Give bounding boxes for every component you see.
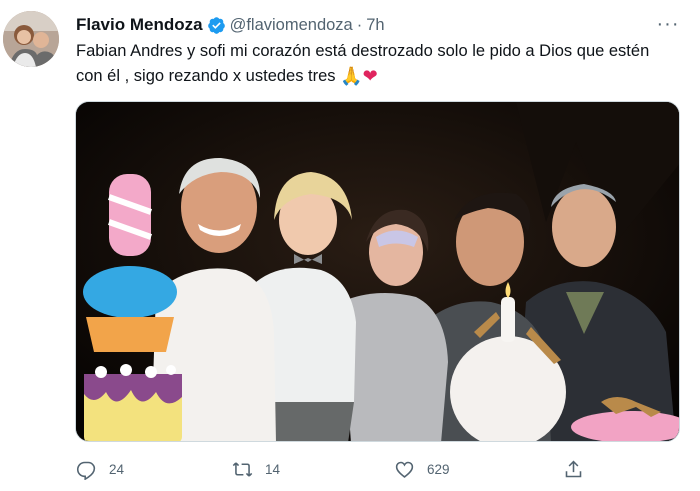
- heart-icon: [395, 461, 414, 478]
- red-heart-emoji: ❤: [362, 66, 378, 86]
- author-name[interactable]: Flavio Mendoza: [76, 15, 203, 35]
- more-options-icon[interactable]: ···: [654, 10, 682, 38]
- separator-dot: ·: [356, 15, 363, 34]
- like-count: 629: [427, 461, 450, 477]
- tweet-actions: 24 14 629: [76, 455, 596, 483]
- praying-hands-emoji: 🙏: [340, 66, 363, 86]
- avatar-image: [3, 11, 59, 67]
- share-icon: [565, 460, 582, 477]
- share-button[interactable]: [563, 455, 596, 483]
- author-handle[interactable]: @flaviomendoza: [230, 16, 353, 35]
- tweet-photo[interactable]: [75, 101, 680, 442]
- reply-button[interactable]: 24: [76, 455, 124, 483]
- photo-illustration: [76, 102, 679, 441]
- retweet-icon: [232, 461, 253, 477]
- reply-icon: [76, 461, 96, 480]
- like-button[interactable]: 629: [394, 455, 450, 483]
- retweet-button[interactable]: 14: [232, 455, 280, 483]
- avatar[interactable]: [3, 11, 59, 67]
- tweet-header: Flavio Mendoza @flaviomendoza · 7h: [76, 14, 680, 36]
- tweet-text: Fabian Andres y sofi mi corazón está des…: [76, 39, 676, 89]
- tweet-timestamp[interactable]: 7h: [366, 16, 384, 35]
- verified-badge-icon: [207, 16, 225, 34]
- reply-count: 24: [109, 461, 125, 477]
- retweet-count: 14: [265, 461, 281, 477]
